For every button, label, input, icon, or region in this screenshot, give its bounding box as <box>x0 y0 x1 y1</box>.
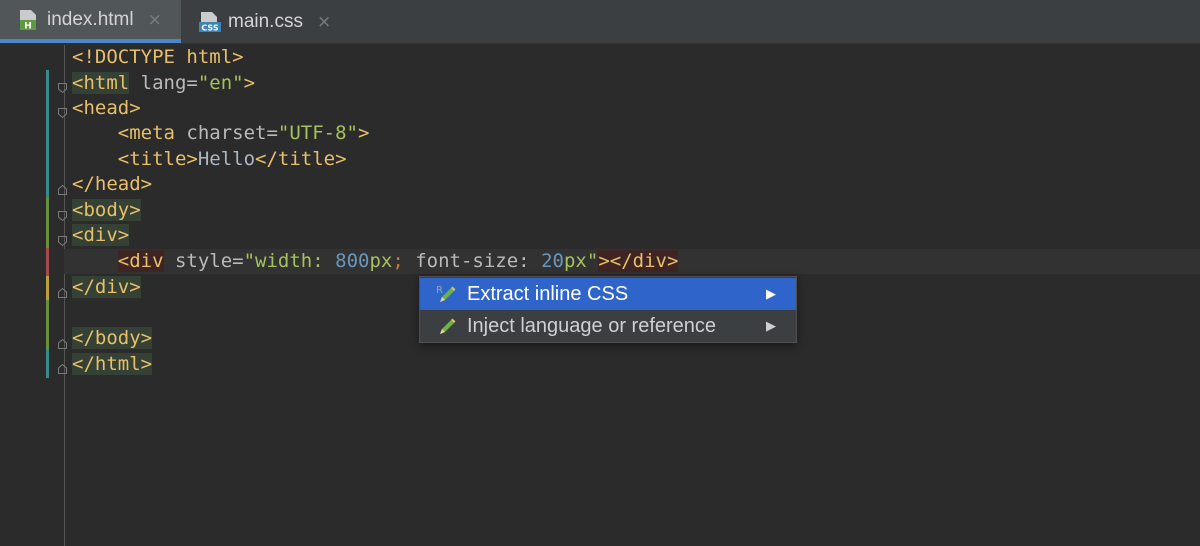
menu-item-label: Inject language or reference <box>467 314 717 337</box>
attr-style: style= <box>163 250 244 272</box>
div-tag: <div <box>117 250 164 272</box>
style-semicolon: ; <box>392 250 404 272</box>
doctype: <!DOCTYPE html> <box>72 46 244 68</box>
tab-label: main.css <box>228 10 303 32</box>
tab-main-css[interactable]: CSS main.css × <box>181 0 346 43</box>
tab-index-html[interactable]: H index.html × <box>0 0 181 43</box>
code-line[interactable]: <div> <box>72 223 130 248</box>
close-icon[interactable]: × <box>148 10 162 30</box>
fold-icon[interactable] <box>58 231 67 247</box>
head-close-tag: </head> <box>72 173 153 195</box>
fold-icon[interactable] <box>58 103 67 119</box>
code-line[interactable]: <meta charset="UTF-8"> <box>72 121 370 146</box>
change-marker <box>46 198 49 248</box>
code-line[interactable]: </div> <box>72 275 141 300</box>
fold-icon[interactable] <box>58 334 67 349</box>
pencil-icon: R <box>435 283 457 305</box>
code-line[interactable]: <div style="width: 800px; font-size: 20p… <box>72 249 679 274</box>
submenu-arrow-icon: ▶ <box>766 318 776 333</box>
menu-item-inject-language[interactable]: Inject language or reference ▶ <box>420 310 796 342</box>
style-unit: px <box>369 250 393 272</box>
style-number: 800 <box>335 250 370 272</box>
head-open-tag: <head> <box>72 97 141 119</box>
html-close-tag: </html> <box>72 353 153 375</box>
attr-value: "UTF-8" <box>277 122 358 144</box>
code-line[interactable]: <title>Hello</title> <box>72 147 347 172</box>
style-quote: " <box>586 250 599 272</box>
style-unit: px <box>563 250 587 272</box>
fold-icon[interactable] <box>58 180 67 195</box>
title-text: Hello <box>197 148 256 170</box>
tag-close: > <box>243 72 256 94</box>
div-close-tag: </div> <box>72 276 141 298</box>
fold-icon[interactable] <box>58 206 67 222</box>
attr-lang: lang= <box>129 72 198 94</box>
change-marker <box>46 248 49 276</box>
code-line[interactable]: </head> <box>72 172 152 197</box>
pencil-icon <box>435 315 457 337</box>
html-file-icon: H <box>18 9 38 31</box>
meta-tag: <meta <box>117 122 175 144</box>
body-open-tag: <body> <box>72 199 141 221</box>
tag-close: > <box>358 122 370 144</box>
title-open-tag: <title> <box>117 148 198 170</box>
change-marker <box>46 300 49 350</box>
style-property: font-size: <box>403 250 542 272</box>
code-line[interactable]: </html> <box>72 352 153 377</box>
fold-icon[interactable] <box>58 283 67 298</box>
close-icon[interactable]: × <box>317 12 331 32</box>
title-close-tag: </title> <box>255 148 347 170</box>
code-line[interactable]: <html lang="en"> <box>72 71 255 96</box>
html-open-tag: <html <box>72 72 130 94</box>
fold-icon[interactable] <box>58 78 67 94</box>
div-close-tag: ></div> <box>598 250 679 272</box>
code-line[interactable]: <!DOCTYPE html> <box>72 45 244 70</box>
tab-label: index.html <box>47 8 134 30</box>
css-file-icon: CSS <box>199 11 221 33</box>
change-marker <box>46 276 49 300</box>
menu-item-label: Extract inline CSS <box>467 282 629 305</box>
code-line[interactable]: </body> <box>72 326 153 351</box>
attr-value: "en" <box>197 72 244 94</box>
submenu-arrow-icon: ▶ <box>766 286 776 301</box>
body-close-tag: </body> <box>72 327 153 349</box>
svg-text:H: H <box>24 21 32 31</box>
context-menu: R Extract inline CSS ▶ Inject language o… <box>419 276 797 343</box>
style-number: 20 <box>541 250 564 272</box>
fold-icon[interactable] <box>58 359 67 374</box>
tab-bar: H index.html × CSS main.css × <box>0 0 1200 44</box>
style-quote: "width: <box>243 250 336 272</box>
svg-text:CSS: CSS <box>201 23 218 32</box>
code-line[interactable]: <head> <box>72 96 141 121</box>
div-open-tag: <div> <box>72 224 130 246</box>
svg-text:R: R <box>436 285 443 296</box>
attr-charset: charset= <box>174 122 278 144</box>
code-line[interactable]: <body> <box>72 198 141 223</box>
menu-item-extract-inline-css[interactable]: R Extract inline CSS ▶ <box>420 278 796 310</box>
